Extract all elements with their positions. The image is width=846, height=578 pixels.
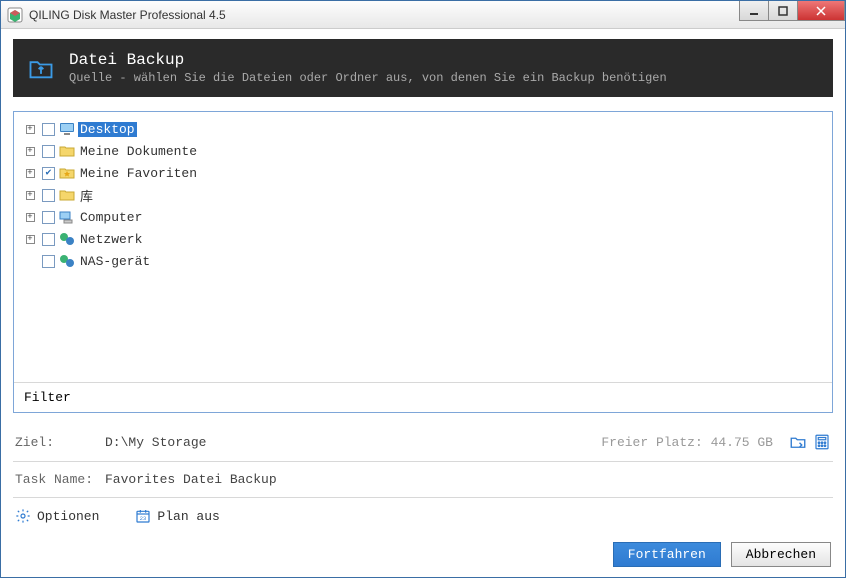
tree-checkbox[interactable]: [42, 123, 55, 136]
calc-space-icon[interactable]: [813, 433, 831, 451]
titlebar: QILING Disk Master Professional 4.5: [1, 1, 845, 29]
expand-icon[interactable]: +: [26, 169, 35, 178]
calendar-icon: 23: [135, 508, 151, 524]
page-subtitle: Quelle - wählen Sie die Dateien oder Ord…: [69, 71, 667, 85]
destination-row: Ziel: D:\My Storage Freier Platz: 44.75 …: [13, 425, 833, 459]
computer-icon: [59, 209, 75, 225]
close-button[interactable]: [797, 1, 845, 21]
tree-checkbox[interactable]: [42, 189, 55, 202]
tree-checkbox[interactable]: [42, 255, 55, 268]
tree-node[interactable]: + Netzwerk: [18, 228, 828, 250]
tree-node[interactable]: + Computer: [18, 206, 828, 228]
tree-checkbox[interactable]: [42, 211, 55, 224]
tree-node[interactable]: + Meine Dokumente: [18, 140, 828, 162]
options-button[interactable]: Optionen: [15, 508, 99, 524]
backup-folder-icon: [27, 54, 55, 82]
schedule-button[interactable]: 23 Plan aus: [135, 508, 219, 524]
free-space: Freier Platz: 44.75 GB: [601, 435, 773, 450]
expand-icon[interactable]: +: [26, 125, 35, 134]
tree-checkbox[interactable]: [42, 145, 55, 158]
tree-node[interactable]: +库: [18, 184, 828, 206]
tree-label[interactable]: NAS-gerät: [78, 254, 152, 269]
expand-icon[interactable]: +: [26, 213, 35, 222]
schedule-label: Plan aus: [157, 509, 219, 524]
browse-dest-icon[interactable]: [789, 433, 807, 451]
filter-input[interactable]: [84, 390, 822, 405]
network-icon: [59, 253, 75, 269]
page-title: Datei Backup: [69, 51, 667, 69]
tree-label[interactable]: Computer: [78, 210, 144, 225]
tree-node[interactable]: + Desktop: [18, 118, 828, 140]
source-tree[interactable]: + Desktop + Meine Dokumente + Meine Favoriten…: [14, 112, 832, 278]
filter-row: Filter: [14, 382, 832, 412]
filter-label: Filter: [24, 390, 84, 405]
source-tree-panel: + Desktop + Meine Dokumente + Meine Favoriten…: [13, 111, 833, 413]
star-folder-icon: [59, 165, 75, 181]
tree-checkbox[interactable]: [42, 233, 55, 246]
proceed-button[interactable]: Fortfahren: [613, 542, 721, 567]
monitor-icon: [59, 121, 75, 137]
maximize-button[interactable]: [768, 1, 798, 21]
destination-path[interactable]: D:\My Storage: [105, 435, 601, 450]
tree-node[interactable]: + Meine Favoriten: [18, 162, 828, 184]
destination-label: Ziel:: [15, 435, 105, 450]
network-icon: [59, 231, 75, 247]
svg-text:23: 23: [140, 516, 146, 522]
options-label: Optionen: [37, 509, 99, 524]
tree-label[interactable]: 库: [78, 186, 95, 205]
expand-icon[interactable]: +: [26, 147, 35, 156]
gear-icon: [15, 508, 31, 524]
folder-icon: [59, 187, 75, 203]
minimize-button[interactable]: [739, 1, 769, 21]
page-header: Datei Backup Quelle - wählen Sie die Dat…: [13, 39, 833, 97]
expand-icon[interactable]: +: [26, 235, 35, 244]
task-name-row: Task Name: Favorites Datei Backup: [13, 464, 833, 495]
folder-icon: [59, 143, 75, 159]
tree-node[interactable]: NAS-gerät: [18, 250, 828, 272]
expand-icon[interactable]: +: [26, 191, 35, 200]
task-name-label: Task Name:: [15, 472, 105, 487]
tree-checkbox[interactable]: [42, 167, 55, 180]
window-title: QILING Disk Master Professional 4.5: [29, 8, 740, 22]
tree-label[interactable]: Desktop: [78, 122, 137, 137]
tree-label[interactable]: Netzwerk: [78, 232, 144, 247]
task-name-value[interactable]: Favorites Datei Backup: [105, 472, 831, 487]
tree-label[interactable]: Meine Dokumente: [78, 144, 199, 159]
tree-label[interactable]: Meine Favoriten: [78, 166, 199, 181]
app-icon: [7, 7, 23, 23]
cancel-button[interactable]: Abbrechen: [731, 542, 831, 567]
